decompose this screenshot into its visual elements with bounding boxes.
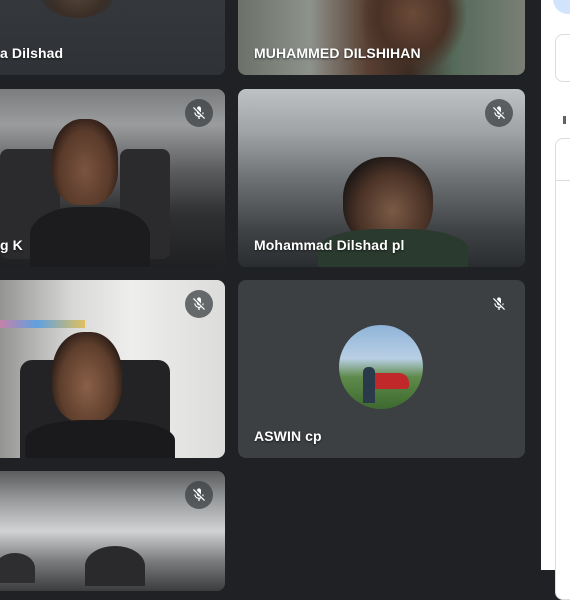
mic-off-icon [193, 106, 205, 119]
avatar-person [363, 367, 375, 403]
side-panel-list [555, 138, 570, 600]
participant-body [30, 207, 150, 267]
mic-off-button[interactable] [185, 481, 213, 509]
side-panel-input[interactable] [555, 34, 570, 82]
participant-body [25, 420, 175, 458]
participant-name: g K [0, 237, 23, 253]
side-panel-tab[interactable] [563, 116, 566, 124]
mic-off-button[interactable] [185, 99, 213, 127]
avatar-car [369, 373, 409, 389]
side-panel-divider [555, 180, 570, 181]
participant-name: ASWIN cp [254, 428, 322, 444]
participant-name: MUHAMMED DILSHIHAN [254, 45, 421, 61]
participant-head [52, 119, 118, 205]
participant-name: a Dilshad [0, 45, 64, 61]
mic-off-button[interactable] [485, 99, 513, 127]
participant-tile[interactable]: MUHAMMED DILSHIHAN [238, 0, 525, 75]
participant-tile[interactable]: a Dilshad [0, 0, 225, 75]
participant-avatar [339, 325, 423, 409]
mic-off-icon [193, 297, 205, 310]
mic-off-icon [193, 488, 205, 501]
mic-off-button[interactable] [185, 290, 213, 318]
side-panel[interactable] [541, 0, 570, 600]
mic-off-icon [493, 106, 505, 119]
participant-tile[interactable]: ASWIN cp [238, 280, 525, 458]
participant-tile[interactable]: g K [0, 89, 225, 267]
participant-head [85, 546, 145, 586]
mic-off-button[interactable] [485, 290, 513, 318]
participant-tile[interactable]: Mohammad Dilshad pl [238, 89, 525, 267]
participant-video [238, 0, 525, 75]
side-panel-avatar [553, 0, 570, 14]
wall-shelf [0, 320, 85, 328]
mic-off-icon [493, 297, 505, 310]
participant-figure [358, 0, 468, 75]
participant-head [52, 332, 122, 422]
participant-avatar [40, 0, 115, 18]
participant-video [0, 0, 225, 75]
participant-tile[interactable] [0, 280, 225, 458]
participant-head [0, 553, 35, 583]
participant-name: Mohammad Dilshad pl [254, 237, 405, 253]
participant-tile[interactable] [0, 471, 225, 591]
